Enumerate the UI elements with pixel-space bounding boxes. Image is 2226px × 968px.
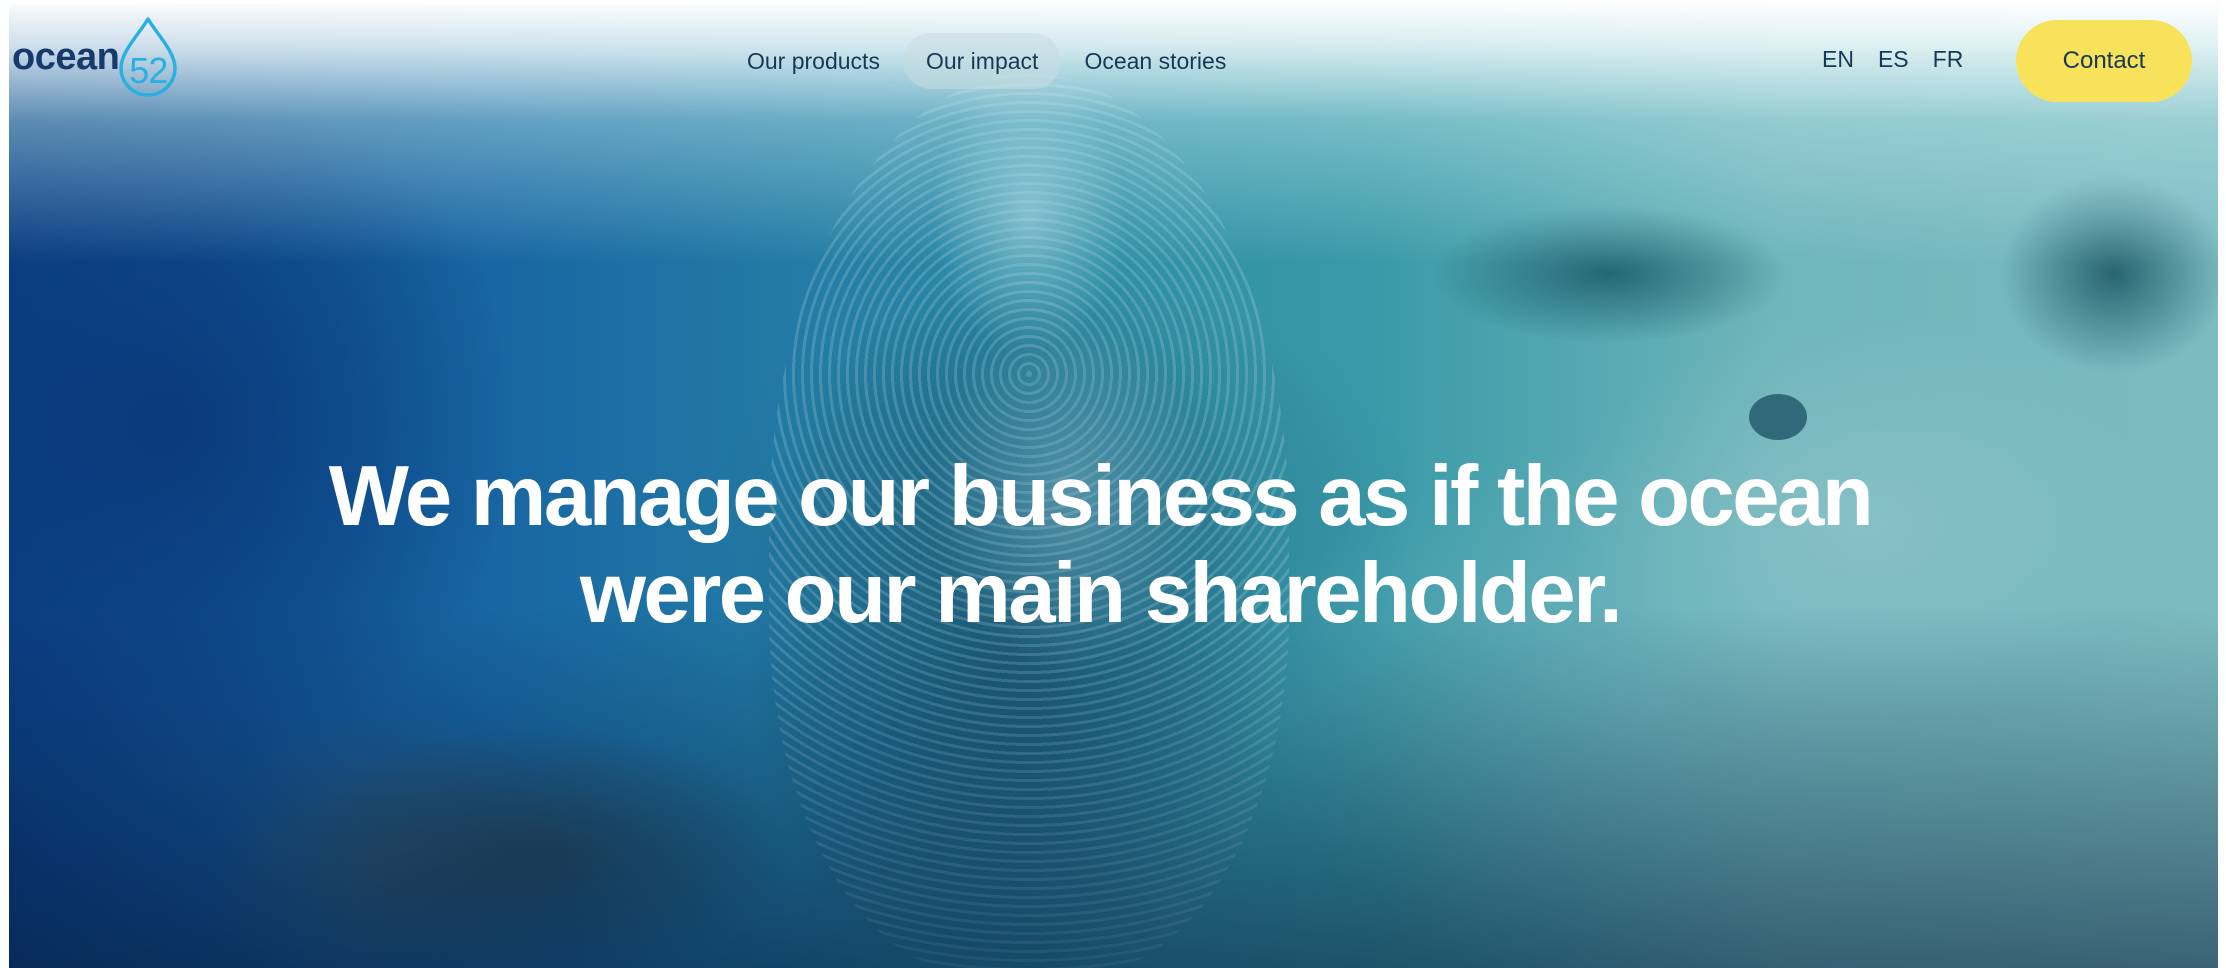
hero-headline: We manage our business as if the ocean w… — [300, 448, 1900, 642]
nav-item-ocean-stories[interactable]: Ocean stories — [1061, 33, 1249, 89]
language-es[interactable]: ES — [1878, 46, 1909, 73]
contact-button[interactable]: Contact — [2016, 20, 2192, 102]
logo-wordmark: ocean — [12, 35, 120, 78]
language-switcher: EN ES FR — [1822, 46, 1963, 73]
hero-headline-line-2: were our main shareholder. — [579, 546, 1623, 641]
hero-headline-line-1: We manage our business as if the ocean — [328, 449, 1874, 544]
language-fr[interactable]: FR — [1933, 46, 1964, 73]
language-en[interactable]: EN — [1822, 46, 1854, 73]
logo[interactable]: ocean 52 — [12, 14, 179, 100]
logo-number: 52 — [129, 50, 168, 91]
page: ocean 52 Our products Our impact Ocean s… — [0, 0, 2226, 968]
rock-shape — [1749, 394, 1807, 440]
nav-item-our-impact[interactable]: Our impact — [902, 33, 1062, 89]
water-drop-icon: 52 — [117, 16, 179, 98]
hero-shade — [9, 608, 2218, 968]
main-nav: Our products Our impact Ocean stories — [724, 32, 1249, 90]
nav-item-our-products[interactable]: Our products — [724, 33, 903, 89]
